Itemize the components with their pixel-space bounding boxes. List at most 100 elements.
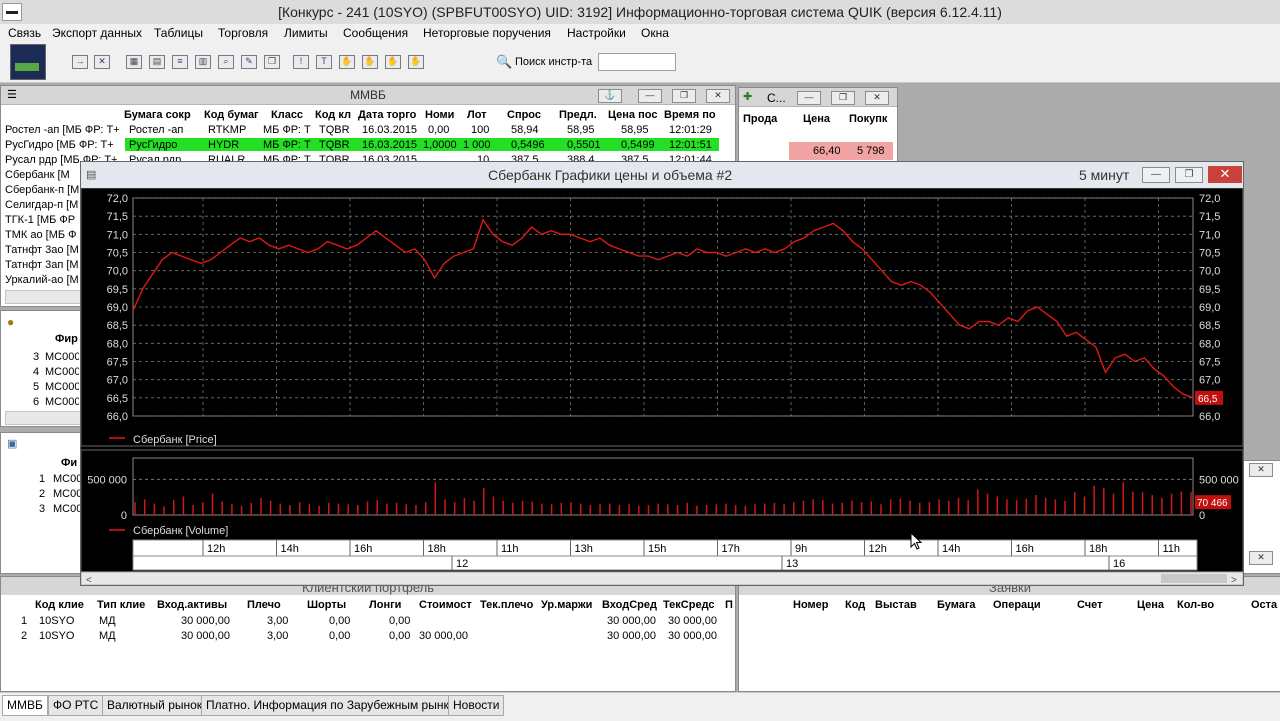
col-header[interactable]: Цена — [803, 113, 837, 125]
col-header[interactable]: Кол-во — [1177, 599, 1223, 611]
search-icon[interactable]: 🔍 — [496, 54, 512, 70]
volume-tick-left: 0 — [121, 510, 127, 522]
col-header[interactable]: Тек.плечо — [480, 599, 538, 611]
row-name[interactable]: Уркалий-ао [М — [5, 274, 79, 286]
col-header[interactable]: Код — [845, 599, 875, 611]
row-name[interactable]: Сбербанк-п [М — [5, 184, 79, 196]
col-header[interactable]: Код клие — [35, 599, 95, 611]
tab-foreign-markets[interactable]: Платно. Информация по Зарубежным рынкам — [201, 695, 469, 716]
close-button[interactable]: ✕ — [1208, 166, 1242, 183]
horizontal-scrollbar[interactable] — [5, 290, 81, 304]
row-name[interactable]: Татнфт 3ап [М — [5, 259, 79, 271]
horizontal-scrollbar[interactable] — [5, 411, 81, 425]
col-header[interactable]: Прода — [743, 113, 787, 125]
edit-table-icon[interactable]: ✎ — [241, 55, 257, 69]
menu-limits[interactable]: Лимиты — [284, 26, 328, 40]
row-name[interactable]: ТГК-1 [МБ ФР — [5, 214, 79, 226]
tab-fo-rts[interactable]: ФО РТС — [48, 695, 104, 716]
tab-currency-market[interactable]: Валютный рынок — [102, 695, 208, 716]
quotes-title: С... — [767, 91, 786, 105]
col-header[interactable]: Номер — [793, 599, 839, 611]
row-name[interactable]: Сбербанк [М — [5, 169, 79, 181]
maximize-button[interactable]: ❐ — [1175, 167, 1203, 183]
col-header[interactable]: Бумага — [937, 599, 983, 611]
hand-buy-icon[interactable]: ✋ — [362, 55, 378, 69]
col-header[interactable]: Лонги — [369, 599, 413, 611]
anchor-icon[interactable]: ⚓ — [598, 89, 622, 103]
tab-mmvb[interactable]: ММВБ — [2, 695, 48, 716]
price-volume-chart[interactable]: 72,0 72,0 71,5 71,5 71,0 71,0 70,5 70,5 70,0 70,0… — [81, 188, 1243, 585]
col-header[interactable]: ТекСредс — [663, 599, 723, 611]
alert-icon[interactable]: ! — [293, 55, 309, 69]
col-header[interactable]: Счет — [1077, 599, 1113, 611]
col-header[interactable]: Класс — [271, 109, 315, 121]
close-button[interactable]: ✕ — [706, 89, 730, 103]
hand-sell-icon[interactable]: ✋ — [385, 55, 401, 69]
list-icon[interactable]: ≡ — [172, 55, 188, 69]
col-header[interactable]: ВходСред — [602, 599, 662, 611]
col-header[interactable]: Операци — [993, 599, 1049, 611]
col-header[interactable]: Тип клие — [97, 599, 155, 611]
col-header[interactable]: Вход.активы — [157, 599, 235, 611]
col-header[interactable]: Покупк — [849, 113, 893, 125]
menu-settings[interactable]: Настройки — [567, 26, 626, 40]
hand-stop-icon[interactable]: ✋ — [408, 55, 424, 69]
col-header[interactable]: Стоимост — [419, 599, 477, 611]
col-header[interactable]: Бумага сокр — [124, 109, 202, 121]
minimize-button[interactable]: — — [638, 89, 662, 103]
col-header[interactable]: Выстав — [875, 599, 925, 611]
menu-nontrade-orders[interactable]: Неторговые поручения — [423, 26, 551, 40]
copy-table-icon[interactable]: ❐ — [264, 55, 280, 69]
row-name[interactable]: Татнфт 3ао [М — [5, 244, 79, 256]
text-icon[interactable]: T — [316, 55, 332, 69]
search-table-icon[interactable]: ⌕ — [218, 55, 234, 69]
col-header[interactable]: Номи — [425, 109, 459, 121]
time-axis-days — [132, 555, 1198, 571]
col-header[interactable]: Оста — [1251, 599, 1280, 611]
col-header[interactable]: Цена пос — [608, 109, 662, 121]
table-icon[interactable]: ▦ — [126, 55, 142, 69]
volume-tick-right: 0 — [1199, 510, 1205, 522]
disconnect-icon[interactable]: ✕ — [94, 55, 110, 69]
menu-connection[interactable]: Связь — [8, 26, 41, 40]
grid-settings-icon[interactable]: ▥ — [195, 55, 211, 69]
col-header[interactable]: Ур.маржи — [541, 599, 601, 611]
maximize-button[interactable]: ❐ — [831, 91, 855, 105]
tab-news[interactable]: Новости — [448, 695, 505, 716]
minimize-button[interactable]: — — [1142, 167, 1170, 183]
firm-code: MC00 — [53, 473, 81, 485]
chart-table-icon[interactable]: ▤ — [149, 55, 165, 69]
menu-windows[interactable]: Окна — [641, 26, 669, 40]
maximize-button[interactable]: ❐ — [672, 89, 696, 103]
row-name[interactable]: Селигдар-п [М — [5, 199, 79, 211]
col-header[interactable]: Дата торго — [358, 109, 421, 121]
row-name[interactable]: РусГидро [МБ ФР: Т+ — [5, 139, 121, 151]
row-name[interactable]: Ростел -ап [МБ ФР: Т+ — [5, 124, 121, 136]
col-header[interactable]: П — [725, 599, 735, 611]
search-input[interactable] — [598, 53, 676, 71]
col-header[interactable]: Код бумаг — [204, 109, 264, 121]
col-header[interactable]: Время по — [664, 109, 718, 121]
close-button[interactable]: ✕ — [865, 91, 889, 105]
hand-icon[interactable]: ✋ — [339, 55, 355, 69]
col-header[interactable]: Лот — [467, 109, 497, 121]
menu-messages[interactable]: Сообщения — [343, 26, 408, 40]
menu-tables[interactable]: Таблицы — [154, 26, 203, 40]
close-button[interactable]: ✕ — [1249, 551, 1273, 565]
minimize-button[interactable]: — — [797, 91, 821, 105]
chart-interval[interactable]: 5 минут — [1079, 167, 1129, 183]
quik-logo-button[interactable] — [10, 44, 46, 80]
col-header[interactable]: Предл. — [559, 109, 603, 121]
menu-trading[interactable]: Торговля — [218, 26, 268, 40]
col-header[interactable]: Плечо — [247, 599, 291, 611]
col-header[interactable]: Цена — [1137, 599, 1173, 611]
arrow-right-icon[interactable]: → — [72, 55, 88, 69]
menu-export[interactable]: Экспорт данных — [52, 26, 142, 40]
col-header[interactable]: Шорты — [307, 599, 351, 611]
col-header[interactable]: Фир — [55, 333, 79, 345]
close-button[interactable]: ✕ — [1249, 463, 1273, 477]
row-name[interactable]: ТМК ао [МБ Ф — [5, 229, 79, 241]
col-header[interactable]: Спрос — [507, 109, 547, 121]
col-header[interactable]: Код кл — [315, 109, 357, 121]
col-header[interactable]: Фи — [61, 457, 81, 469]
